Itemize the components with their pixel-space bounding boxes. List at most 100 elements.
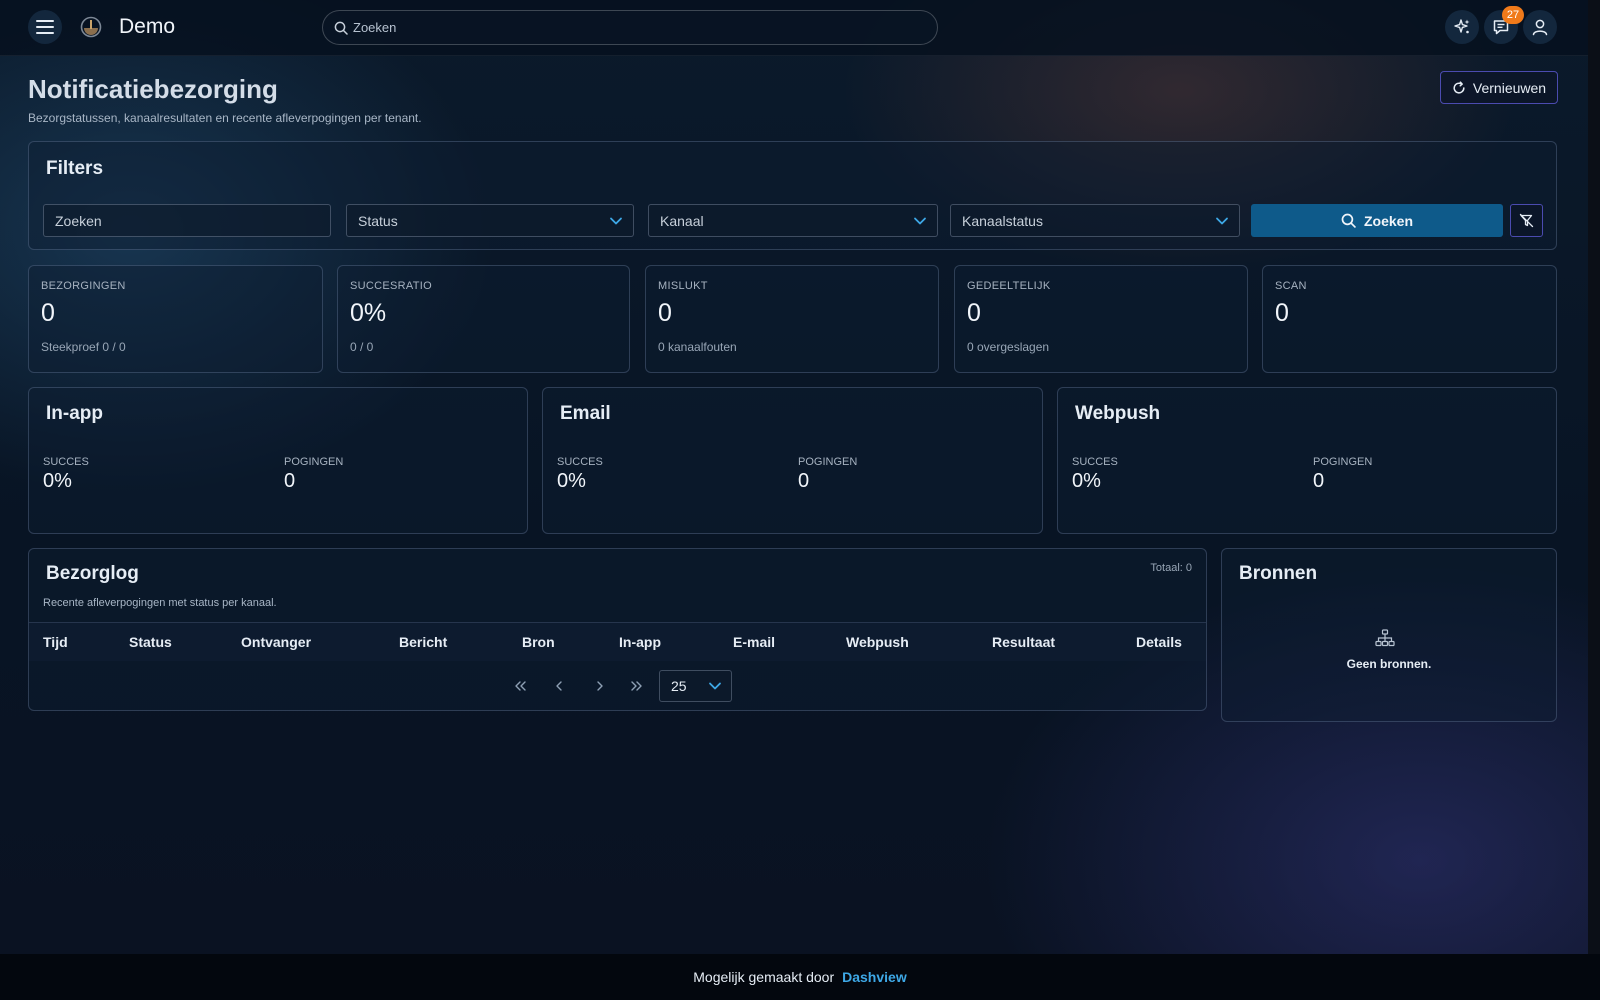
column-header-in-app[interactable]: In-app	[619, 634, 661, 650]
stat-label: SCAN	[1275, 280, 1307, 292]
column-header-recipient[interactable]: Ontvanger	[241, 634, 311, 650]
chevron-left-icon	[556, 681, 562, 691]
chevron-down-icon	[709, 682, 721, 690]
menu-icon	[36, 20, 54, 34]
channel-success-value: 0%	[557, 470, 586, 492]
column-header-status[interactable]: Status	[129, 634, 172, 650]
chevrons-left-icon	[515, 681, 526, 691]
column-header-details[interactable]: Details	[1136, 634, 1182, 650]
global-search[interactable]	[322, 10, 938, 45]
page-title: Notificatiebezorging	[28, 74, 278, 104]
channel-success-label: SUCCES	[1072, 456, 1118, 468]
filter-search-field[interactable]	[43, 204, 331, 237]
channel-success-value: 0%	[43, 470, 72, 492]
channel-status-select-label: Kanaalstatus	[962, 213, 1043, 229]
channel-card-webpush: Webpush SUCCES 0% POGINGEN 0	[1057, 387, 1557, 534]
assistant-button[interactable]	[1445, 10, 1479, 44]
column-header-result[interactable]: Resultaat	[992, 634, 1055, 650]
column-header-time[interactable]: Tijd	[43, 634, 68, 650]
channel-attempts-value: 0	[284, 470, 296, 492]
column-header-message[interactable]: Bericht	[399, 634, 447, 650]
footer-link-dashview[interactable]: Dashview	[842, 969, 907, 985]
stat-card-deliveries: BEZORGINGEN 0 Steekproef 0 / 0	[28, 265, 323, 373]
filters-title: Filters	[46, 158, 104, 179]
stat-value: 0%	[350, 299, 387, 327]
column-header-source[interactable]: Bron	[522, 634, 555, 650]
search-icon	[1341, 213, 1356, 228]
stat-card-scan: SCAN 0	[1262, 265, 1557, 373]
delivery-log-title: Bezorglog	[46, 563, 139, 584]
delivery-log-subtitle: Recente afleverpogingen met status per k…	[43, 597, 277, 609]
sources-title: Bronnen	[1239, 563, 1318, 584]
stat-card-failed: MISLUKT 0 0 kanaalfouten	[645, 265, 939, 373]
stat-note: Steekproef 0 / 0	[41, 340, 126, 354]
first-page-button[interactable]	[509, 675, 531, 697]
filters-panel: Filters Status Kanaal Kanaalstatus Zoeke…	[28, 141, 1557, 250]
sitemap-icon	[1375, 629, 1395, 647]
channel-select[interactable]: Kanaal	[648, 204, 938, 237]
delivery-log-panel: Bezorglog Recente afleverpogingen met st…	[28, 548, 1207, 711]
channel-attempts-label: POGINGEN	[1313, 456, 1373, 468]
stat-value: 0	[967, 299, 981, 327]
top-bar: Demo 27	[0, 0, 1588, 56]
channel-success-value: 0%	[1072, 470, 1101, 492]
delivery-log-total: Totaal: 0	[1150, 562, 1192, 574]
previous-page-button[interactable]	[548, 675, 570, 697]
chevron-right-icon	[597, 681, 603, 691]
channel-title: In-app	[46, 403, 103, 424]
stat-label: BEZORGINGEN	[41, 280, 126, 292]
filter-clear-icon	[1519, 213, 1534, 228]
channel-attempts-value: 0	[798, 470, 810, 492]
stat-label: MISLUKT	[658, 280, 708, 292]
footer: Mogelijk gemaakt door Dashview	[0, 954, 1600, 1000]
search-button-label: Zoeken	[1363, 212, 1413, 229]
stat-note: 0 / 0	[350, 340, 374, 354]
stat-label: GEDEELTELIJK	[967, 280, 1051, 292]
refresh-icon	[1453, 80, 1465, 94]
user-icon	[1532, 19, 1548, 36]
chevron-down-icon	[610, 217, 622, 225]
stat-value: 0	[41, 299, 55, 327]
global-search-input[interactable]	[353, 11, 923, 44]
channel-title: Email	[560, 403, 611, 424]
channel-status-select[interactable]: Kanaalstatus	[950, 204, 1240, 237]
logo-icon	[80, 16, 102, 38]
notifications-badge: 27	[1502, 6, 1524, 24]
channel-title: Webpush	[1075, 403, 1161, 424]
stat-card-partial: GEDEELTELIJK 0 0 overgeslagen	[954, 265, 1248, 373]
chevron-down-icon	[1216, 217, 1228, 225]
channel-success-label: SUCCES	[557, 456, 603, 468]
status-select[interactable]: Status	[346, 204, 634, 237]
footer-text: Mogelijk gemaakt door	[693, 969, 835, 985]
page-size-value: 25	[671, 678, 687, 694]
column-header-webpush[interactable]: Webpush	[846, 634, 909, 650]
channel-card-email: Email SUCCES 0% POGINGEN 0	[542, 387, 1043, 534]
channel-card-in-app: In-app SUCCES 0% POGINGEN 0	[28, 387, 528, 534]
channel-select-label: Kanaal	[660, 213, 704, 229]
filter-search-input[interactable]	[44, 205, 330, 236]
channel-attempts-label: POGINGEN	[284, 456, 344, 468]
sparkles-icon	[1454, 19, 1470, 34]
chevrons-right-icon	[631, 681, 642, 691]
refresh-button[interactable]: Vernieuwen	[1440, 71, 1558, 104]
column-header-email[interactable]: E-mail	[733, 634, 775, 650]
refresh-button-label: Vernieuwen	[1472, 79, 1547, 96]
last-page-button[interactable]	[626, 675, 648, 697]
scrollbar[interactable]	[1588, 0, 1600, 954]
stat-note: 0 overgeslagen	[967, 340, 1050, 354]
channel-success-label: SUCCES	[43, 456, 89, 468]
page-size-select[interactable]: 25	[659, 670, 732, 702]
next-page-button[interactable]	[589, 675, 611, 697]
stat-card-success-ratio: SUCCESRATIO 0% 0 / 0	[337, 265, 630, 373]
sources-panel: Bronnen Geen bronnen.	[1221, 548, 1557, 722]
clear-filters-button[interactable]	[1510, 204, 1543, 237]
stat-value: 0	[658, 299, 672, 327]
channel-attempts-label: POGINGEN	[798, 456, 858, 468]
sources-empty-text: Geen bronnen.	[1346, 657, 1432, 671]
user-menu-button[interactable]	[1523, 10, 1557, 44]
table-header: Tijd Status Ontvanger Bericht Bron In-ap…	[29, 622, 1206, 661]
menu-button[interactable]	[28, 10, 62, 44]
app-title: Demo	[119, 15, 176, 38]
channel-attempts-value: 0	[1313, 470, 1325, 492]
search-button[interactable]: Zoeken	[1251, 204, 1503, 237]
